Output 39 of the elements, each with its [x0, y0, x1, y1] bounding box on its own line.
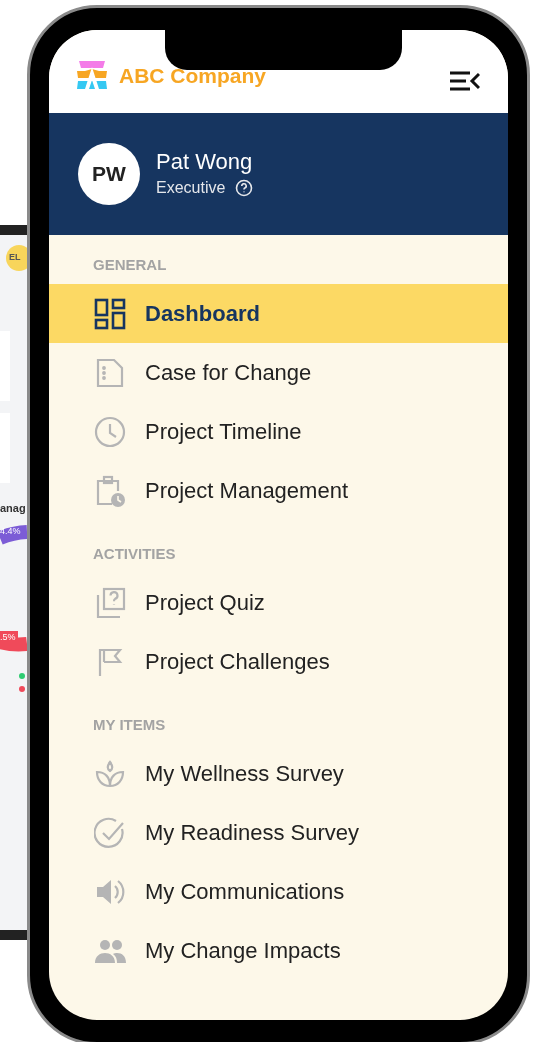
dashboard-icon: [94, 297, 126, 330]
menu-item-label: My Wellness Survey: [145, 760, 344, 788]
menu-item-label: Project Management: [145, 477, 348, 505]
menu-item[interactable]: My Wellness Survey: [49, 744, 508, 803]
chart-title: anag: [0, 503, 26, 514]
section-heading: MY ITEMS: [93, 717, 167, 732]
menu-collapse-icon[interactable]: [450, 71, 480, 91]
clipboard-clock-icon: [94, 474, 126, 507]
brand-name: ABC Company: [119, 62, 266, 89]
menu-item[interactable]: Case for Change: [49, 343, 508, 402]
menu-item-label: Dashboard: [145, 300, 260, 328]
user-role: Executive: [156, 180, 226, 196]
avatar: PW: [78, 143, 140, 205]
section-heading: GENERAL: [93, 257, 168, 272]
menu-item[interactable]: Dashboard: [49, 284, 508, 343]
menu-item-label: Case for Change: [145, 359, 312, 387]
help-icon[interactable]: [235, 179, 254, 197]
document-icon: [94, 356, 126, 389]
menu-item-label: Project Quiz: [145, 589, 265, 617]
question-cards-icon: [94, 586, 126, 619]
user-name: Pat Wong: [156, 151, 254, 173]
menu-item[interactable]: My Communications: [49, 862, 508, 921]
menu-item[interactable]: Project Quiz: [49, 573, 508, 632]
section-heading: ACTIVITIES: [93, 546, 177, 561]
menu-item[interactable]: Project Challenges: [49, 632, 508, 691]
clock-icon: [94, 415, 126, 448]
menu-item-label: Project Timeline: [145, 418, 302, 446]
check-circle-icon: [94, 816, 126, 849]
menu-item-label: Project Challenges: [145, 648, 330, 676]
chart-label: .5%: [0, 631, 18, 644]
menu-item[interactable]: My Change Impacts: [49, 921, 508, 980]
logo-icon: [77, 61, 107, 90]
menu-item-label: My Readiness Survey: [145, 819, 359, 847]
menu-item[interactable]: Project Timeline: [49, 402, 508, 461]
menu-item-label: My Communications: [145, 878, 345, 906]
chart-label: 4.4%: [0, 527, 21, 536]
menu-item[interactable]: Project Management: [49, 461, 508, 520]
menu-item-label: My Change Impacts: [145, 937, 341, 965]
menu-item[interactable]: My Readiness Survey: [49, 803, 508, 862]
